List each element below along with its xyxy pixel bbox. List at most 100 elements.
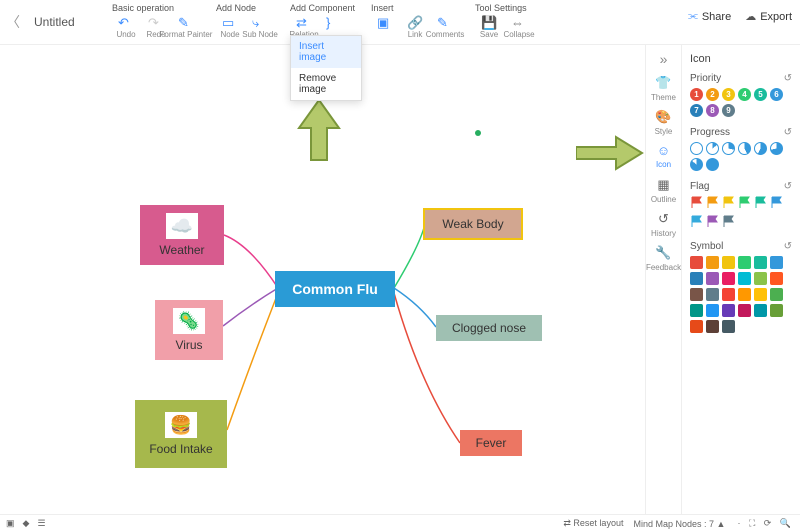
priority-swatch[interactable]: 9: [722, 104, 735, 117]
symbol-swatch[interactable]: [754, 256, 767, 269]
symbol-swatch[interactable]: [722, 272, 735, 285]
priority-swatch[interactable]: 3: [722, 88, 735, 101]
flag-swatch[interactable]: [738, 196, 751, 212]
symbol-swatch[interactable]: [770, 288, 783, 301]
right-tab-icon[interactable]: ☺Icon: [649, 139, 679, 173]
node-weak[interactable]: Weak Body: [425, 210, 521, 238]
flag-swatch[interactable]: [690, 196, 703, 212]
progress-swatch[interactable]: [770, 142, 783, 155]
symbol-swatch[interactable]: [706, 320, 719, 333]
flag-swatch[interactable]: [722, 196, 735, 212]
toolbar-node-button[interactable]: ▭Node: [216, 15, 244, 39]
flag-swatch[interactable]: [722, 215, 735, 231]
node-virus[interactable]: 🦠Virus: [155, 300, 223, 360]
flag-swatch[interactable]: [706, 196, 719, 212]
symbol-swatch[interactable]: [770, 272, 783, 285]
toolbar-group-label: Basic operation: [112, 3, 200, 13]
toolbar-collapse-button[interactable]: ⇔Collapse: [505, 15, 533, 39]
symbol-swatch[interactable]: [706, 304, 719, 317]
flag-swatch[interactable]: [754, 196, 767, 212]
priority-swatch[interactable]: 8: [706, 104, 719, 117]
mindmap-canvas[interactable]: Common Flu ☁️Weather 🦠Virus 🍔Food Intake We…: [0, 45, 645, 514]
node-weather[interactable]: ☁️Weather: [140, 205, 224, 265]
symbol-swatch[interactable]: [690, 288, 703, 301]
node-icon: ▭: [222, 15, 238, 29]
save-icon: 💾: [481, 15, 497, 29]
flag-swatch[interactable]: [690, 215, 703, 231]
right-tab-outline[interactable]: ▦Outline: [649, 173, 679, 207]
progress-swatch[interactable]: [690, 158, 703, 171]
priority-swatch[interactable]: 2: [706, 88, 719, 101]
dropdown-item-insert-image[interactable]: Insert image: [291, 36, 361, 68]
share-button[interactable]: ⫘Share: [688, 10, 731, 23]
toolbar-insert-image-button[interactable]: ▣: [371, 15, 399, 39]
flag-swatch[interactable]: [706, 215, 719, 231]
icon-icon: ☺: [657, 143, 670, 158]
document-name[interactable]: Untitled: [26, 0, 104, 44]
statusbar-icon[interactable]: ▣: [6, 518, 15, 529]
symbol-swatch[interactable]: [738, 256, 751, 269]
symbol-swatch[interactable]: [754, 288, 767, 301]
progress-swatch[interactable]: [754, 142, 767, 155]
symbol-swatch[interactable]: [738, 288, 751, 301]
reset-layout-button[interactable]: ⇄ Reset layout: [563, 518, 623, 529]
highlight-arrow-up: [295, 100, 343, 173]
symbol-swatch[interactable]: [754, 304, 767, 317]
priority-swatch[interactable]: 5: [754, 88, 767, 101]
node-fever[interactable]: Fever: [460, 430, 522, 456]
right-tab-feedback[interactable]: 🔧Feedback: [649, 241, 679, 275]
symbol-swatch[interactable]: [722, 256, 735, 269]
back-button[interactable]: 〈: [0, 0, 26, 44]
priority-swatch[interactable]: 4: [738, 88, 751, 101]
statusbar-icon[interactable]: ◆: [23, 518, 30, 529]
progress-swatch[interactable]: [690, 142, 703, 155]
symbol-swatch[interactable]: [690, 256, 703, 269]
progress-swatch[interactable]: [738, 142, 751, 155]
symbol-swatch[interactable]: [722, 320, 735, 333]
collapse-right-icon[interactable]: »: [660, 51, 668, 69]
undo-icon[interactable]: ↺: [784, 181, 792, 192]
node-clogged[interactable]: Clogged nose: [436, 315, 542, 341]
symbol-swatch[interactable]: [722, 304, 735, 317]
undo-icon[interactable]: ↺: [784, 73, 792, 84]
insert-image-dropdown: Insert image Remove image: [290, 35, 362, 101]
priority-swatch[interactable]: 6: [770, 88, 783, 101]
symbol-swatch[interactable]: [770, 304, 783, 317]
statusbar-icon[interactable]: ☰: [37, 518, 45, 529]
node-food[interactable]: 🍔Food Intake: [135, 400, 227, 468]
toolbar-undo-button[interactable]: ↶Undo: [112, 15, 140, 39]
right-tab-theme[interactable]: 👕Theme: [649, 71, 679, 105]
outline-icon: ▦: [657, 177, 669, 193]
symbol-swatch[interactable]: [770, 256, 783, 269]
symbol-swatch[interactable]: [690, 272, 703, 285]
toolbar-format-painter-button[interactable]: ✎Format Painter: [172, 15, 200, 39]
right-tab-style[interactable]: 🎨Style: [649, 105, 679, 139]
symbol-swatch[interactable]: [690, 320, 703, 333]
progress-swatch[interactable]: [706, 158, 719, 171]
dropdown-item-remove-image[interactable]: Remove image: [291, 68, 361, 100]
symbol-swatch[interactable]: [706, 288, 719, 301]
symbol-swatch[interactable]: [754, 272, 767, 285]
progress-swatch[interactable]: [706, 142, 719, 155]
progress-swatch[interactable]: [722, 142, 735, 155]
zoom-controls[interactable]: · ⛶ ⟳ 🔍: [737, 518, 794, 529]
undo-icon[interactable]: ↺: [784, 127, 792, 138]
symbol-swatch[interactable]: [738, 272, 751, 285]
export-button[interactable]: ☁Export: [745, 10, 792, 23]
symbol-swatch[interactable]: [706, 256, 719, 269]
right-tab-history[interactable]: ↺History: [649, 207, 679, 241]
symbol-swatch[interactable]: [722, 288, 735, 301]
priority-swatch[interactable]: 7: [690, 104, 703, 117]
priority-swatch[interactable]: 1: [690, 88, 703, 101]
node-count: Mind Map Nodes : 7 ▲: [633, 519, 725, 529]
toolbar-save-button[interactable]: 💾Save: [475, 15, 503, 39]
node-center[interactable]: Common Flu: [275, 271, 395, 307]
symbol-swatch[interactable]: [706, 272, 719, 285]
toolbar-comments-button[interactable]: ✎Comments: [431, 15, 459, 39]
symbol-swatch[interactable]: [690, 304, 703, 317]
toolbar-sub-node-button[interactable]: ⤷Sub Node: [246, 15, 274, 39]
flag-swatch[interactable]: [770, 196, 783, 212]
symbol-swatch[interactable]: [738, 304, 751, 317]
toolbar-group: Insert▣🔗Link✎Comments: [363, 0, 467, 44]
undo-icon[interactable]: ↺: [784, 241, 792, 252]
